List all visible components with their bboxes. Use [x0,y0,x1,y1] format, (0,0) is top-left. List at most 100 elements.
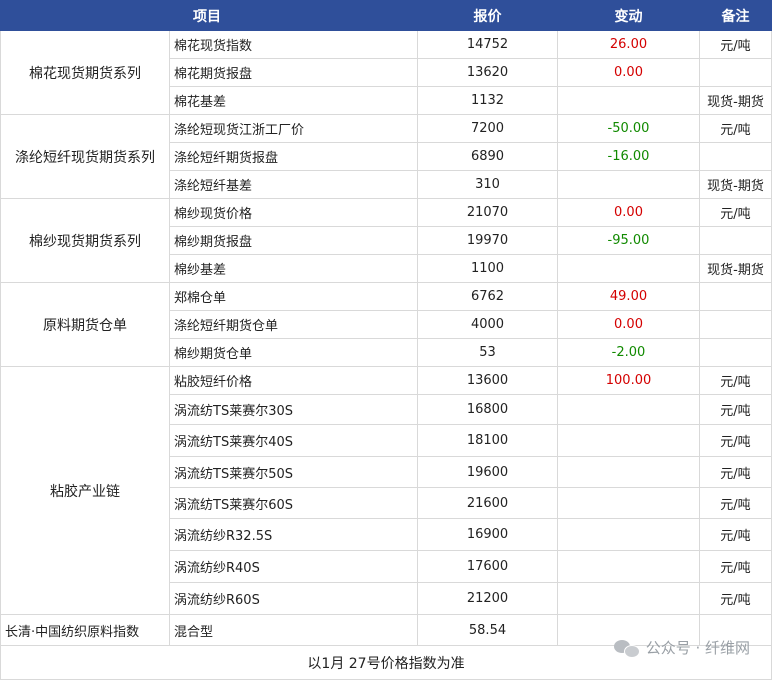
row-change [557,582,700,615]
group-name: 棉花现货期货系列 [0,30,170,115]
header-price: 报价 [417,0,558,31]
row-item: 涤纶短纤基差 [169,170,418,199]
row-price: 310 [417,170,558,199]
row-change [557,550,700,583]
row-price: 13620 [417,58,558,87]
row-price: 19970 [417,226,558,255]
row-price: 1100 [417,254,558,283]
row-change: -95.00 [557,226,700,255]
row-item: 涡流纺TS莱赛尔50S [169,456,418,488]
header-row: 项目 报价 变动 备注 [0,0,772,31]
wechat-icon [613,638,640,658]
header-change: 变动 [557,0,700,31]
row-item: 涤纶短现货江浙工厂价 [169,114,418,143]
row-note: 元/吨 [699,456,772,488]
row-note [699,58,772,87]
row-item: 涡流纺TS莱赛尔40S [169,424,418,457]
row-note: 元/吨 [699,518,772,551]
price-table: 项目 报价 变动 备注 棉花现货期货系列 棉花现货指数 14752 26.00 元/吨棉… [0,0,772,680]
row-note: 元/吨 [699,582,772,615]
row-price: 21200 [417,582,558,615]
row-note: 元/吨 [699,366,772,395]
row-note [699,142,772,171]
row-price: 21070 [417,198,558,227]
row-item: 涡流纺纱R32.5S [169,518,418,551]
row-change: 26.00 [557,30,700,59]
row-note: 元/吨 [699,394,772,425]
row-change [557,254,700,283]
table-row: 涤纶短纤现货期货系列 涤纶短现货江浙工厂价 7200 -50.00 元/吨 [0,114,772,199]
group-name: 棉纱现货期货系列 [0,198,170,283]
row-price: 14752 [417,30,558,59]
row-change: 0.00 [557,58,700,87]
row-item: 棉花现货指数 [169,30,418,59]
row-note: 元/吨 [699,424,772,457]
table-row: 粘胶产业链 粘胶短纤价格 13600 100.00 元/吨 [0,366,772,615]
row-item: 涡流纺纱R60S [169,582,418,615]
row-item: 棉纱现货价格 [169,198,418,227]
row-change [557,394,700,425]
row-note: 元/吨 [699,114,772,143]
row-price: 4000 [417,310,558,339]
row-price: 6890 [417,142,558,171]
row-change [557,424,700,457]
table-row: 棉纱现货期货系列 棉纱现货价格 21070 0.00 元/吨 [0,198,772,283]
row-price: 19600 [417,456,558,488]
row-change [557,487,700,519]
row-change: -2.00 [557,338,700,367]
row-note: 元/吨 [699,198,772,227]
row-price: 17600 [417,550,558,583]
row-item: 涡流纺TS莱赛尔60S [169,487,418,519]
row-change: 0.00 [557,198,700,227]
header-item: 项目 [0,0,418,31]
row-note: 元/吨 [699,550,772,583]
row-item: 涡流纺TS莱赛尔30S [169,394,418,425]
group-name: 粘胶产业链 [0,366,170,615]
row-item: 粘胶短纤价格 [169,366,418,395]
row-item: 涡流纺纱R40S [169,550,418,583]
row-change: -16.00 [557,142,700,171]
watermark: 公众号 · 纤维网 [613,637,750,658]
row-note [699,310,772,339]
row-note [699,282,772,311]
row-price: 16900 [417,518,558,551]
table-body: 棉花现货期货系列 棉花现货指数 14752 26.00 元/吨 棉花期货报盘 13620 0.… [0,30,772,680]
row-price: 1132 [417,86,558,115]
row-price: 21600 [417,487,558,519]
row-change [557,518,700,551]
watermark-text: 公众号 · 纤维网 [645,639,750,657]
row-item: 郑棉仓单 [169,282,418,311]
row-item: 棉纱基差 [169,254,418,283]
row-note: 现货-期货 [699,170,772,199]
index-value: 58.54 [417,614,558,646]
table-row: 原料期货仓单 郑棉仓单 6762 49.00 [0,282,772,367]
row-item: 棉花期货报盘 [169,58,418,87]
row-note [699,226,772,255]
group-name: 涤纶短纤现货期货系列 [0,114,170,199]
row-note: 元/吨 [699,487,772,519]
row-change [557,86,700,115]
row-price: 13600 [417,366,558,395]
row-item: 棉花基差 [169,86,418,115]
index-label: 长清·中国纺织原料指数 [0,614,170,646]
row-change: 100.00 [557,366,700,395]
row-price: 6762 [417,282,558,311]
row-change: -50.00 [557,114,700,143]
row-change [557,170,700,199]
row-change: 0.00 [557,310,700,339]
row-change: 49.00 [557,282,700,311]
row-item: 棉纱期货报盘 [169,226,418,255]
row-item: 涤纶短纤期货报盘 [169,142,418,171]
table-row: 棉花现货期货系列 棉花现货指数 14752 26.00 元/吨 [0,30,772,115]
row-price: 16800 [417,394,558,425]
header-note: 备注 [699,0,772,31]
row-change [557,456,700,488]
row-item: 涤纶短纤期货仓单 [169,310,418,339]
row-note: 元/吨 [699,30,772,59]
row-note: 现货-期货 [699,86,772,115]
group-name: 原料期货仓单 [0,282,170,367]
row-price: 7200 [417,114,558,143]
row-note: 现货-期货 [699,254,772,283]
row-note [699,338,772,367]
row-item: 棉纱期货仓单 [169,338,418,367]
